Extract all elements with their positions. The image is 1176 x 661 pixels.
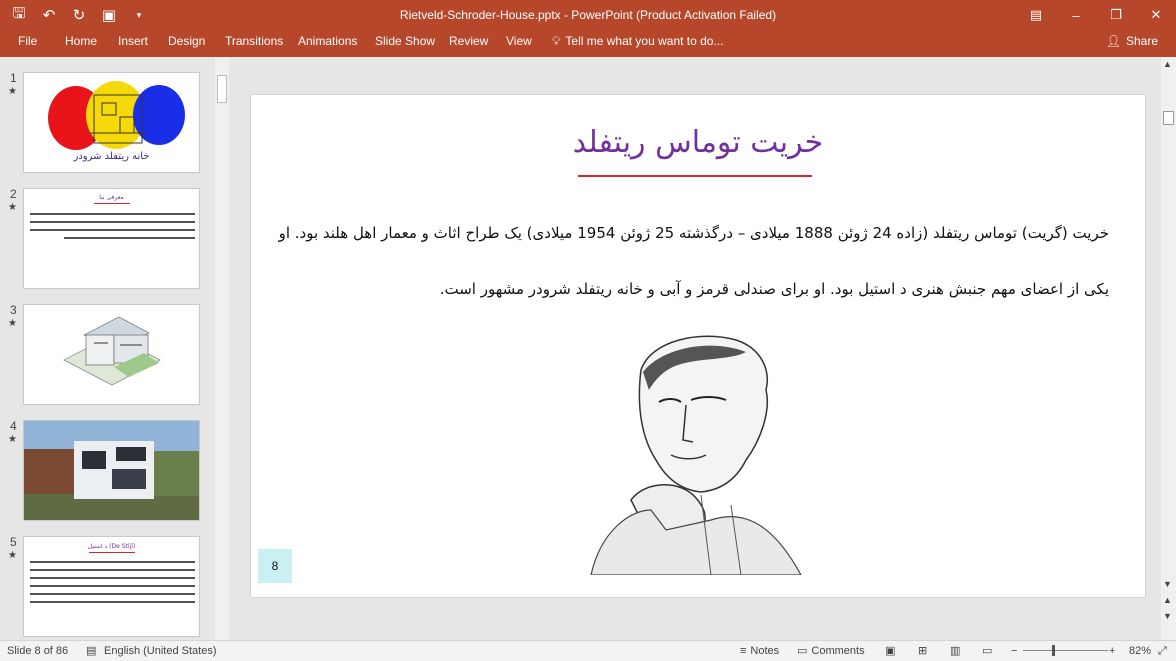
customize-icon[interactable]: ▾ xyxy=(130,6,148,24)
thumbnail-slide-4[interactable] xyxy=(23,420,200,521)
minimize-icon[interactable]: – xyxy=(1056,0,1096,30)
thumbnail-slide-5[interactable]: د استيل (De Stijl) xyxy=(23,536,200,637)
save-icon[interactable]: 🖫 xyxy=(10,5,28,24)
animation-star-icon: ★ xyxy=(8,86,17,97)
thumbnail-slide-1[interactable]: خانه ريتفلد شرودر xyxy=(23,72,200,173)
text-line xyxy=(30,221,195,223)
text-line xyxy=(64,237,195,239)
close-icon[interactable]: ✕ xyxy=(1136,0,1176,30)
text-line xyxy=(30,593,195,595)
tab-file[interactable]: File xyxy=(18,30,37,53)
redo-icon[interactable]: ↻ xyxy=(70,6,88,24)
notes-label: Notes xyxy=(750,645,780,657)
tab-view[interactable]: View xyxy=(506,30,532,53)
lightbulb-icon: 💡︎ xyxy=(552,34,561,48)
thumbnail-number: 3 xyxy=(10,303,17,317)
thumbnail-number: 4 xyxy=(10,419,17,433)
tab-animations[interactable]: Animations xyxy=(298,30,357,53)
ribbon-tabs: File Home Insert Design Transitions Anim… xyxy=(0,30,1176,57)
scroll-down-icon[interactable]: ▼ xyxy=(1163,579,1172,589)
person-icon: 👤︎ xyxy=(1105,34,1121,48)
fit-to-window-icon[interactable]: ⤢ xyxy=(1158,641,1167,661)
slide-sorter-icon[interactable]: ⊞ xyxy=(918,641,927,661)
share-button[interactable]: 👤︎ Share xyxy=(1106,30,1158,53)
title-underline xyxy=(578,175,812,177)
reading-view-icon[interactable]: ▥ xyxy=(950,641,960,661)
zoom-in-button[interactable]: + xyxy=(1109,641,1115,661)
comments-button[interactable]: ▭ Comments xyxy=(797,641,865,661)
quick-access-toolbar: 🖫 ↶ ↻ ▣ ▾ xyxy=(10,0,148,30)
slide-thumbnail-pane: 1 ★ خانه ريتفلد شرودر 2 ★ معرفی بنا 3 ★ xyxy=(0,57,232,640)
ribbon-display-icon[interactable]: ▤ xyxy=(1016,0,1056,30)
text-line xyxy=(30,229,195,231)
tab-transitions[interactable]: Transitions xyxy=(225,30,283,53)
text-line xyxy=(30,601,195,603)
text-line xyxy=(30,577,195,579)
title-underline xyxy=(94,203,130,204)
text-line xyxy=(30,569,195,571)
language-indicator[interactable]: English (United States) xyxy=(104,641,217,661)
animation-star-icon: ★ xyxy=(8,434,17,445)
status-bar: Slide 8 of 86 ▤ English (United States) … xyxy=(0,640,1176,661)
thumbnail-caption: خانه ريتفلد شرودر xyxy=(73,151,150,162)
previous-slide-icon[interactable]: ▲ xyxy=(1163,595,1172,605)
tab-design[interactable]: Design xyxy=(168,30,205,53)
slide-title[interactable]: خريت توماس ريتفلد xyxy=(251,125,1145,160)
tab-insert[interactable]: Insert xyxy=(118,30,148,53)
rietveld-portrait-image[interactable] xyxy=(571,330,821,575)
thumbnail-caption: د استيل (De Stijl) xyxy=(87,543,136,550)
house-photo-image xyxy=(24,421,199,520)
title-underline xyxy=(89,552,135,553)
undo-icon[interactable]: ↶ xyxy=(40,6,58,24)
spellcheck-icon[interactable]: ▤ xyxy=(86,641,96,661)
next-slide-icon[interactable]: ▼ xyxy=(1163,611,1172,621)
slide-number-box[interactable]: 8 xyxy=(258,549,292,583)
tell-me-box[interactable]: 💡︎ Tell me what you want to do... xyxy=(552,30,724,53)
text-line xyxy=(30,213,195,215)
zoom-level[interactable]: 82% xyxy=(1129,641,1151,661)
scroll-up-icon[interactable]: ▲ xyxy=(1163,59,1172,69)
comment-icon: ▭ xyxy=(797,645,808,657)
slide-body-text[interactable]: خريت (گريت) توماس ريتفلد (زاده 24 ژوئن 1… xyxy=(269,205,1109,317)
scrollbar-thumb[interactable] xyxy=(1163,111,1174,125)
share-label: Share xyxy=(1125,34,1158,48)
title-bar: 🖫 ↶ ↻ ▣ ▾ Rietveld-Schroder-House.pptx -… xyxy=(0,0,1176,30)
present-icon[interactable]: ▣ xyxy=(100,6,118,24)
restore-icon[interactable]: ❐ xyxy=(1096,0,1136,30)
animation-star-icon: ★ xyxy=(8,318,17,329)
tab-home[interactable]: Home xyxy=(65,30,97,53)
notes-button[interactable]: ≡ Notes xyxy=(740,641,779,661)
text-line xyxy=(30,585,195,587)
normal-view-icon[interactable]: ▣ xyxy=(885,641,895,661)
slideshow-view-icon[interactable]: ▭ xyxy=(982,641,992,661)
thumbnail-number: 2 xyxy=(10,187,17,201)
text-line xyxy=(30,561,195,563)
window-controls: ▤ – ❐ ✕ xyxy=(1016,0,1176,30)
slide-scrollbar[interactable]: ▲ ▼ ▲ ▼ xyxy=(1161,57,1176,640)
animation-star-icon: ★ xyxy=(8,202,17,213)
window-title: Rietveld-Schroder-House.pptx - PowerPoin… xyxy=(399,8,777,22)
tab-slide-show[interactable]: Slide Show xyxy=(375,30,435,53)
zoom-slider[interactable] xyxy=(1023,650,1108,651)
tab-review[interactable]: Review xyxy=(449,30,488,53)
scrollbar-thumb[interactable] xyxy=(217,75,227,103)
thumbnail-number: 5 xyxy=(10,535,17,549)
animation-star-icon: ★ xyxy=(8,550,17,561)
slide-counter: Slide 8 of 86 xyxy=(7,645,69,657)
current-slide[interactable]: خريت توماس ريتفلد خريت (گريت) توماس ريتف… xyxy=(250,94,1146,598)
thumbnail-slide-2[interactable]: معرفی بنا xyxy=(23,188,200,289)
thumbnail-scrollbar[interactable] xyxy=(215,57,229,640)
thumbnail-slide-3[interactable] xyxy=(23,304,200,405)
zoom-out-button[interactable]: − xyxy=(1011,641,1017,661)
zoom-slider-handle[interactable] xyxy=(1052,645,1055,656)
thumbnail-number: 1 xyxy=(10,71,17,85)
notes-icon: ≡ xyxy=(740,645,747,657)
tell-me-text: Tell me what you want to do... xyxy=(565,34,724,48)
isometric-house-image xyxy=(63,316,161,386)
comments-label: Comments xyxy=(811,645,865,657)
thumbnail-caption: معرفی بنا xyxy=(99,194,124,201)
